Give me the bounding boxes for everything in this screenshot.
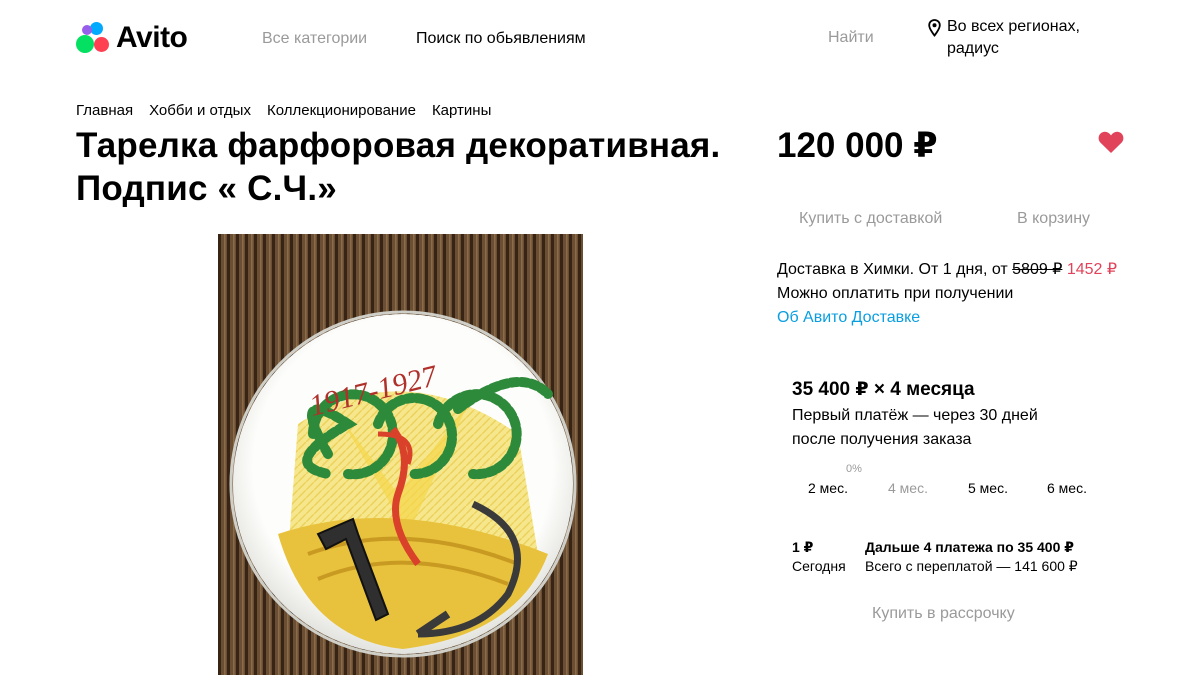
price: 120 000 ₽ bbox=[777, 126, 938, 165]
delivery-text: Доставка в Химки. От 1 дня, от bbox=[777, 261, 1008, 278]
delivery-info: Доставка в Химки. От 1 дня, от 5809 ₽ 14… bbox=[777, 258, 1117, 330]
installment-subtitle-line-2: после получения заказа bbox=[792, 431, 972, 448]
find-button[interactable]: Найти bbox=[828, 29, 874, 47]
page-title: Тарелка фарфоровая декоративная. Подпис … bbox=[76, 124, 736, 210]
avito-logo[interactable]: Avito bbox=[76, 18, 188, 58]
first-payment-label: Сегодня bbox=[792, 558, 846, 574]
term-option-2[interactable]: 2 мес. bbox=[808, 480, 848, 496]
further-payments-label: Дальше 4 платежа по 35 400 ₽ bbox=[865, 539, 1074, 555]
logo-text: Avito bbox=[116, 21, 188, 54]
term-option-5[interactable]: 5 мес. bbox=[968, 480, 1008, 496]
term-option-4[interactable]: 4 мес. bbox=[888, 480, 928, 496]
first-payment-amount: 1 ₽ bbox=[792, 539, 814, 555]
installment-subtitle-line-1: Первый платёж — через 30 дней bbox=[792, 407, 1038, 424]
buy-in-installments-button[interactable]: Купить в рассрочку bbox=[872, 605, 1015, 623]
pay-on-receipt-text: Можно оплатить при получении bbox=[777, 285, 1014, 302]
title-line-1: Тарелка фарфоровая декоративная. bbox=[76, 126, 721, 165]
zero-percent-badge: 0% bbox=[846, 463, 862, 475]
breadcrumb-home[interactable]: Главная bbox=[76, 102, 133, 119]
breadcrumb: Главная Хобби и отдых Коллекционирование… bbox=[76, 102, 491, 119]
first-payment: 1 ₽ Сегодня bbox=[792, 538, 846, 576]
breadcrumb-collecting[interactable]: Коллекционирование bbox=[267, 102, 416, 119]
search-input[interactable]: Поиск по обьявлениям bbox=[416, 30, 586, 48]
nav-all-categories[interactable]: Все категории bbox=[262, 30, 367, 48]
about-delivery-link[interactable]: Об Авито Доставке bbox=[777, 306, 1117, 330]
listing-photo[interactable]: 1917-1927 bbox=[218, 234, 583, 675]
old-delivery-price: 5809 ₽ bbox=[1012, 261, 1063, 278]
term-option-6[interactable]: 6 мес. bbox=[1047, 480, 1087, 496]
add-to-cart-button[interactable]: В корзину bbox=[1017, 210, 1090, 228]
new-delivery-price: 1452 ₽ bbox=[1066, 261, 1118, 278]
map-pin-icon bbox=[928, 19, 941, 37]
breadcrumb-hobby[interactable]: Хобби и отдых bbox=[149, 102, 251, 119]
plate-image: 1917-1927 bbox=[218, 234, 583, 675]
breadcrumb-paintings[interactable]: Картины bbox=[432, 102, 491, 119]
logo-dots-icon bbox=[76, 21, 110, 55]
installment-term-selector: 0% 2 мес. 4 мес. 5 мес. 6 мес. bbox=[790, 460, 1100, 500]
title-line-2: Подпис « С.Ч.» bbox=[76, 169, 337, 208]
installment-title: 35 400 ₽ × 4 месяца bbox=[792, 379, 975, 400]
total-with-overpay: Всего с переплатой — 141 600 ₽ bbox=[865, 558, 1078, 574]
buy-with-delivery-button[interactable]: Купить с доставкой bbox=[799, 210, 942, 228]
heart-icon[interactable] bbox=[1098, 130, 1124, 154]
further-payments: Дальше 4 платежа по 35 400 ₽ Всего с пер… bbox=[865, 538, 1078, 576]
region-selector[interactable]: Во всех регионах, радиус bbox=[928, 16, 1080, 60]
installment-subtitle: Первый платёж — через 30 дней после полу… bbox=[792, 404, 1082, 452]
region-line-1: Во всех регионах, bbox=[947, 18, 1080, 35]
region-line-2: радиус bbox=[947, 40, 999, 57]
